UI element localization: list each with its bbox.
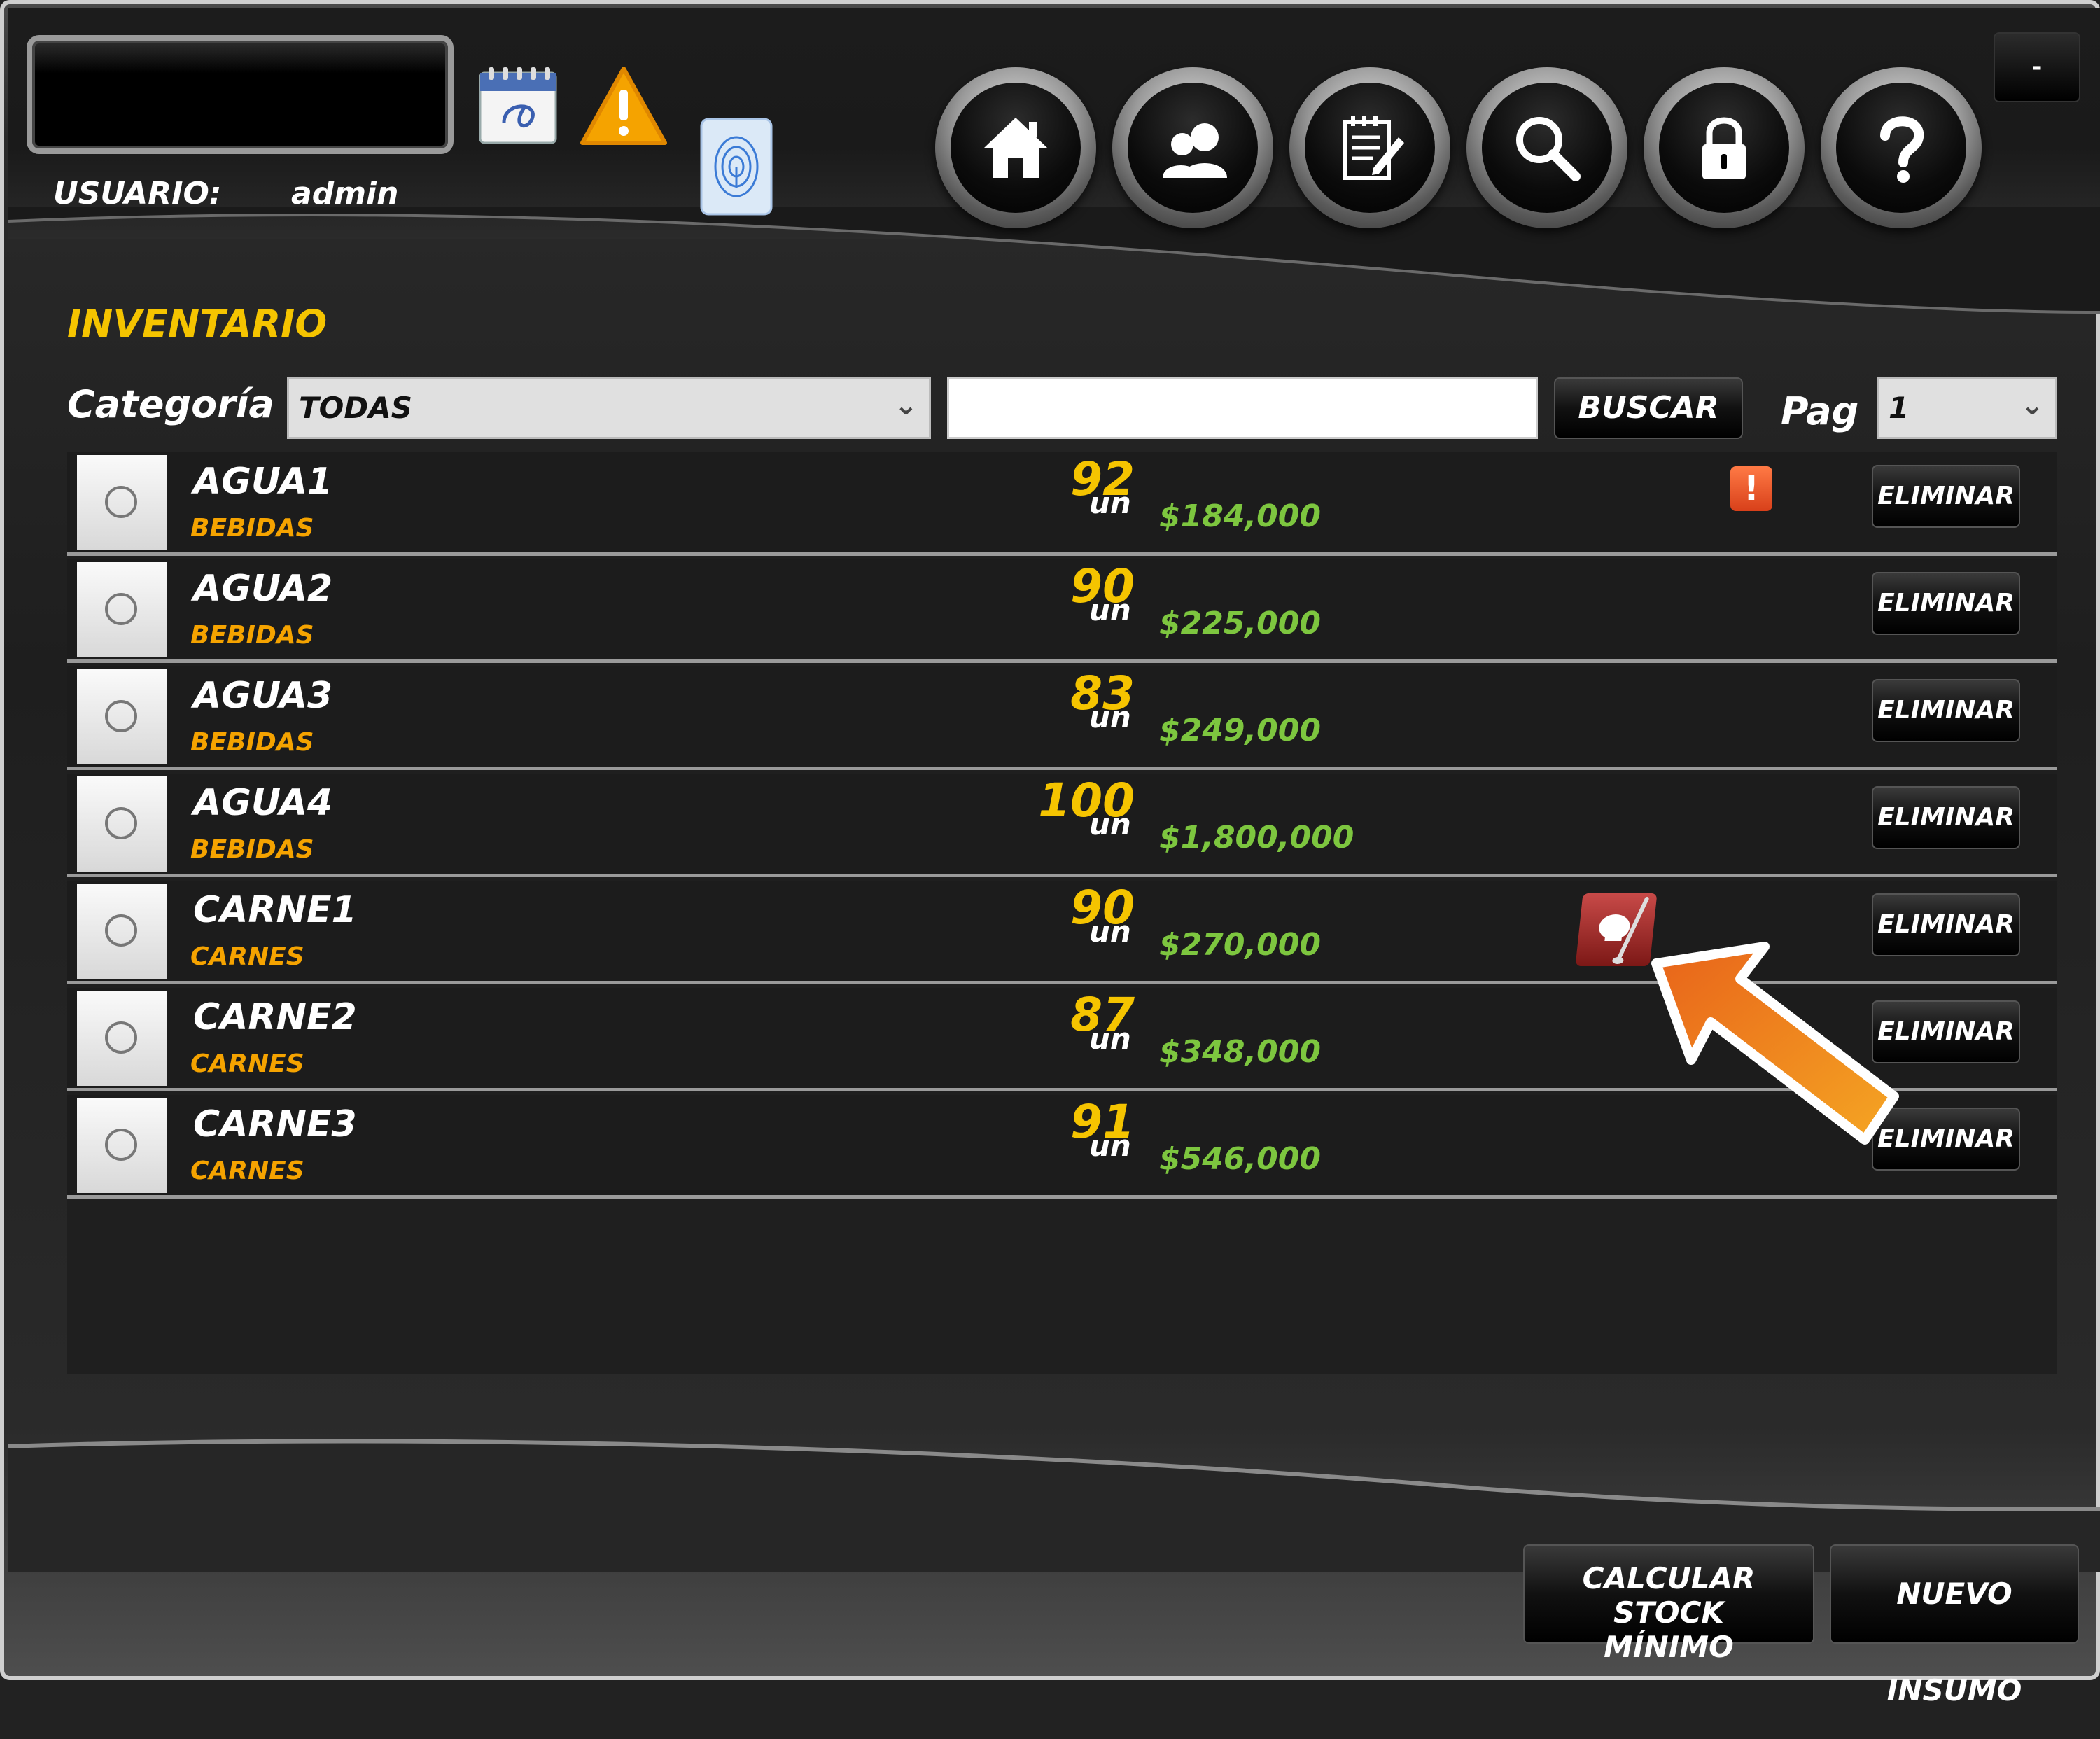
- image-placeholder-icon: [105, 1021, 137, 1054]
- item-category: BEBIDAS: [190, 514, 314, 543]
- delete-button[interactable]: ELIMINAR: [1872, 465, 2020, 528]
- search-button[interactable]: [1466, 67, 1628, 228]
- item-category: BEBIDAS: [190, 621, 314, 650]
- item-unit: un: [1089, 914, 1131, 949]
- low-stock-alert-icon[interactable]: !: [1730, 466, 1772, 511]
- item-name: CARNE1: [193, 889, 357, 931]
- page-select[interactable]: 1 ⌄: [1877, 377, 2057, 439]
- calculate-min-stock-button[interactable]: CALCULAR STOCK MÍNIMO: [1523, 1544, 1814, 1664]
- users-button[interactable]: [1112, 67, 1273, 228]
- help-icon: [1880, 116, 1924, 183]
- image-placeholder-icon: [105, 807, 137, 839]
- users-icon: [1163, 123, 1227, 178]
- fingerprint-icon[interactable]: [700, 118, 773, 216]
- list-item[interactable]: AGUA3 BEBIDAS 83 un $249,000 ELIMINAR: [67, 666, 2057, 770]
- delete-button[interactable]: ELIMINAR: [1872, 679, 2020, 742]
- item-category: CARNES: [190, 942, 304, 971]
- item-thumbnail: [77, 776, 167, 872]
- calc-line-1: CALCULAR STOCK: [1582, 1561, 1756, 1630]
- item-name: AGUA3: [193, 675, 333, 717]
- page-select-value: 1: [1889, 391, 1910, 425]
- search-icon: [1516, 117, 1581, 181]
- list-item[interactable]: AGUA2 BEBIDAS 90 un $225,000 ELIMINAR: [67, 559, 2057, 663]
- user-label: USUARIO:: [53, 176, 222, 211]
- item-price: $249,000: [1159, 713, 1322, 748]
- notes-icon: [1343, 116, 1404, 180]
- list-item[interactable]: AGUA4 BEBIDAS 100 un $1,800,000 ELIMINAR: [67, 774, 2057, 877]
- item-name: CARNE2: [193, 996, 357, 1038]
- delete-button[interactable]: ELIMINAR: [1872, 786, 2020, 849]
- item-price: $225,000: [1159, 606, 1322, 641]
- item-name: AGUA4: [193, 782, 333, 824]
- help-button[interactable]: [1821, 67, 1982, 228]
- new-supply-button[interactable]: NUEVO INSUMO: [1830, 1544, 2079, 1707]
- item-price: $348,000: [1159, 1034, 1322, 1070]
- calendar-icon[interactable]: [476, 63, 560, 147]
- user-name: admin: [291, 176, 399, 211]
- notes-button[interactable]: [1289, 67, 1450, 228]
- item-thumbnail: [77, 991, 167, 1086]
- warning-icon[interactable]: [578, 64, 669, 148]
- item-thumbnail: [77, 669, 167, 764]
- item-price: $270,000: [1159, 927, 1322, 963]
- item-thumbnail: [77, 562, 167, 657]
- lock-button[interactable]: [1644, 67, 1805, 228]
- home-icon: [984, 118, 1047, 178]
- item-unit: un: [1089, 486, 1131, 520]
- item-name: AGUA2: [193, 568, 333, 610]
- pointer-arrow-icon: [1651, 942, 1899, 1145]
- item-name: AGUA1: [193, 461, 333, 503]
- item-unit: un: [1089, 593, 1131, 627]
- search-input[interactable]: [947, 377, 1538, 439]
- item-unit: un: [1089, 700, 1131, 734]
- category-select-value: TODAS: [299, 391, 412, 425]
- image-placeholder-icon: [105, 486, 137, 518]
- minimize-button[interactable]: -: [1994, 32, 2080, 102]
- delete-button[interactable]: ELIMINAR: [1872, 572, 2020, 635]
- image-placeholder-icon: [105, 914, 137, 947]
- item-price: $546,000: [1159, 1141, 1322, 1177]
- image-placeholder-icon: [105, 593, 137, 625]
- item-category: BEBIDAS: [190, 835, 314, 864]
- item-name: CARNE3: [193, 1103, 357, 1145]
- category-label: Categoría: [67, 382, 274, 426]
- app-window: USUARIO: admin - INVENTARIO Categoría TO…: [0, 0, 2100, 1707]
- home-button[interactable]: [935, 67, 1096, 228]
- search-button-text[interactable]: BUSCAR: [1554, 377, 1743, 439]
- item-thumbnail: [77, 1098, 167, 1193]
- image-placeholder-icon: [105, 1129, 137, 1161]
- item-thumbnail: [77, 455, 167, 550]
- item-price: $1,800,000: [1159, 820, 1354, 855]
- item-price: $184,000: [1159, 498, 1322, 534]
- category-select[interactable]: TODAS ⌄: [287, 377, 931, 439]
- image-placeholder-icon: [105, 700, 137, 732]
- item-category: CARNES: [190, 1049, 304, 1078]
- item-category: CARNES: [190, 1157, 304, 1185]
- calc-line-2: MÍNIMO: [1604, 1630, 1734, 1664]
- item-category: BEBIDAS: [190, 728, 314, 757]
- lock-icon: [1702, 117, 1746, 179]
- chevron-down-icon: ⌄: [2020, 389, 2044, 421]
- list-item[interactable]: AGUA1 BEBIDAS 92 un $184,000 ! ELIMINAR: [67, 452, 2057, 556]
- display-screen: [27, 35, 454, 154]
- item-unit: un: [1089, 1129, 1131, 1163]
- page-label: Pag: [1781, 389, 1859, 433]
- item-unit: un: [1089, 1021, 1131, 1056]
- chevron-down-icon: ⌄: [894, 389, 918, 421]
- item-unit: un: [1089, 807, 1131, 841]
- inventory-list: AGUA1 BEBIDAS 92 un $184,000 ! ELIMINAR …: [67, 452, 2057, 1374]
- page-title: INVENTARIO: [67, 302, 328, 346]
- item-thumbnail: [77, 884, 167, 979]
